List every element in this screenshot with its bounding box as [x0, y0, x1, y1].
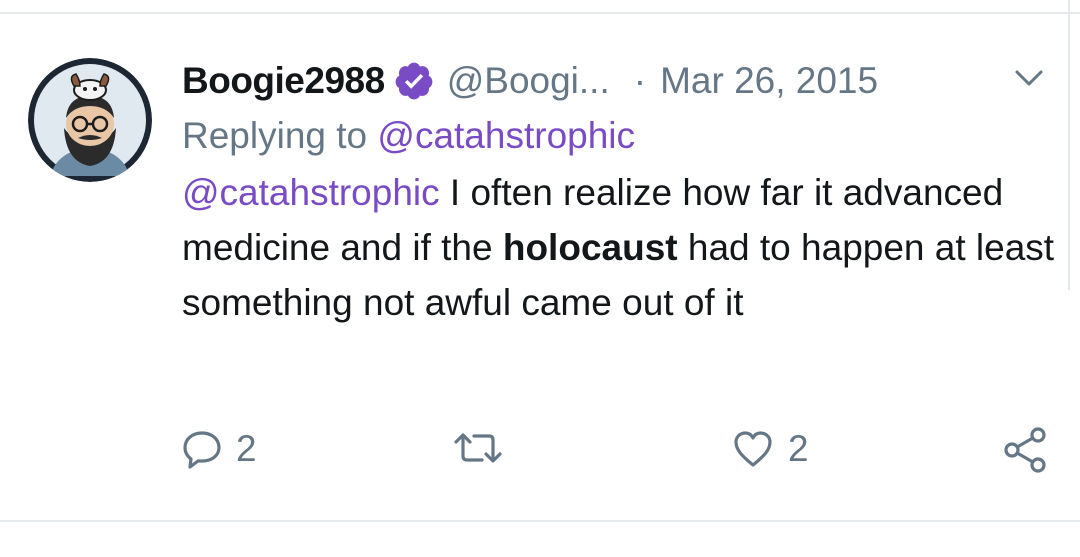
avatar[interactable]: [28, 58, 152, 182]
text-mention[interactable]: @catahstrophic: [182, 172, 440, 213]
like-count: 2: [788, 428, 809, 469]
share-icon: [1002, 426, 1050, 474]
reply-count: 2: [236, 428, 257, 469]
reply-bubble-icon: [182, 429, 222, 469]
bottom-divider: [0, 520, 1080, 522]
separator-dot: ·: [633, 60, 647, 101]
like-button[interactable]: 2: [732, 428, 809, 470]
tweet-text: @catahstrophic I often realize how far i…: [182, 165, 1062, 330]
reply-button[interactable]: 2: [182, 428, 257, 470]
chevron-down-icon[interactable]: [1014, 67, 1044, 89]
reply-context: Replying to @catahstrophic: [182, 113, 1062, 159]
share-button[interactable]: [1002, 426, 1050, 474]
display-name[interactable]: Boogie2988: [182, 60, 385, 102]
tweet-actions: 2 2: [0, 420, 1080, 480]
tweet-timestamp[interactable]: Mar 26, 2015: [660, 60, 878, 102]
retweet-button[interactable]: [452, 430, 518, 466]
scroll-edge: [1068, 0, 1070, 290]
top-divider: [0, 12, 1080, 14]
retweet-icon: [452, 430, 504, 466]
reply-prefix: Replying to: [182, 115, 378, 156]
text-bold: holocaust: [502, 227, 678, 268]
tweet-header: Boogie2988 @Boogi... · Mar 26, 2015: [182, 55, 1062, 107]
verified-badge-icon: [393, 60, 435, 102]
user-handle[interactable]: @Boogi...: [447, 60, 610, 102]
tweet-page: Boogie2988 @Boogi... · Mar 26, 2015 Repl…: [0, 0, 1080, 557]
avatar-image: [28, 58, 152, 182]
reply-to-mention[interactable]: @catahstrophic: [377, 115, 635, 156]
heart-icon: [732, 429, 774, 469]
tweet-content: Boogie2988 @Boogi... · Mar 26, 2015 Repl…: [182, 55, 1062, 330]
